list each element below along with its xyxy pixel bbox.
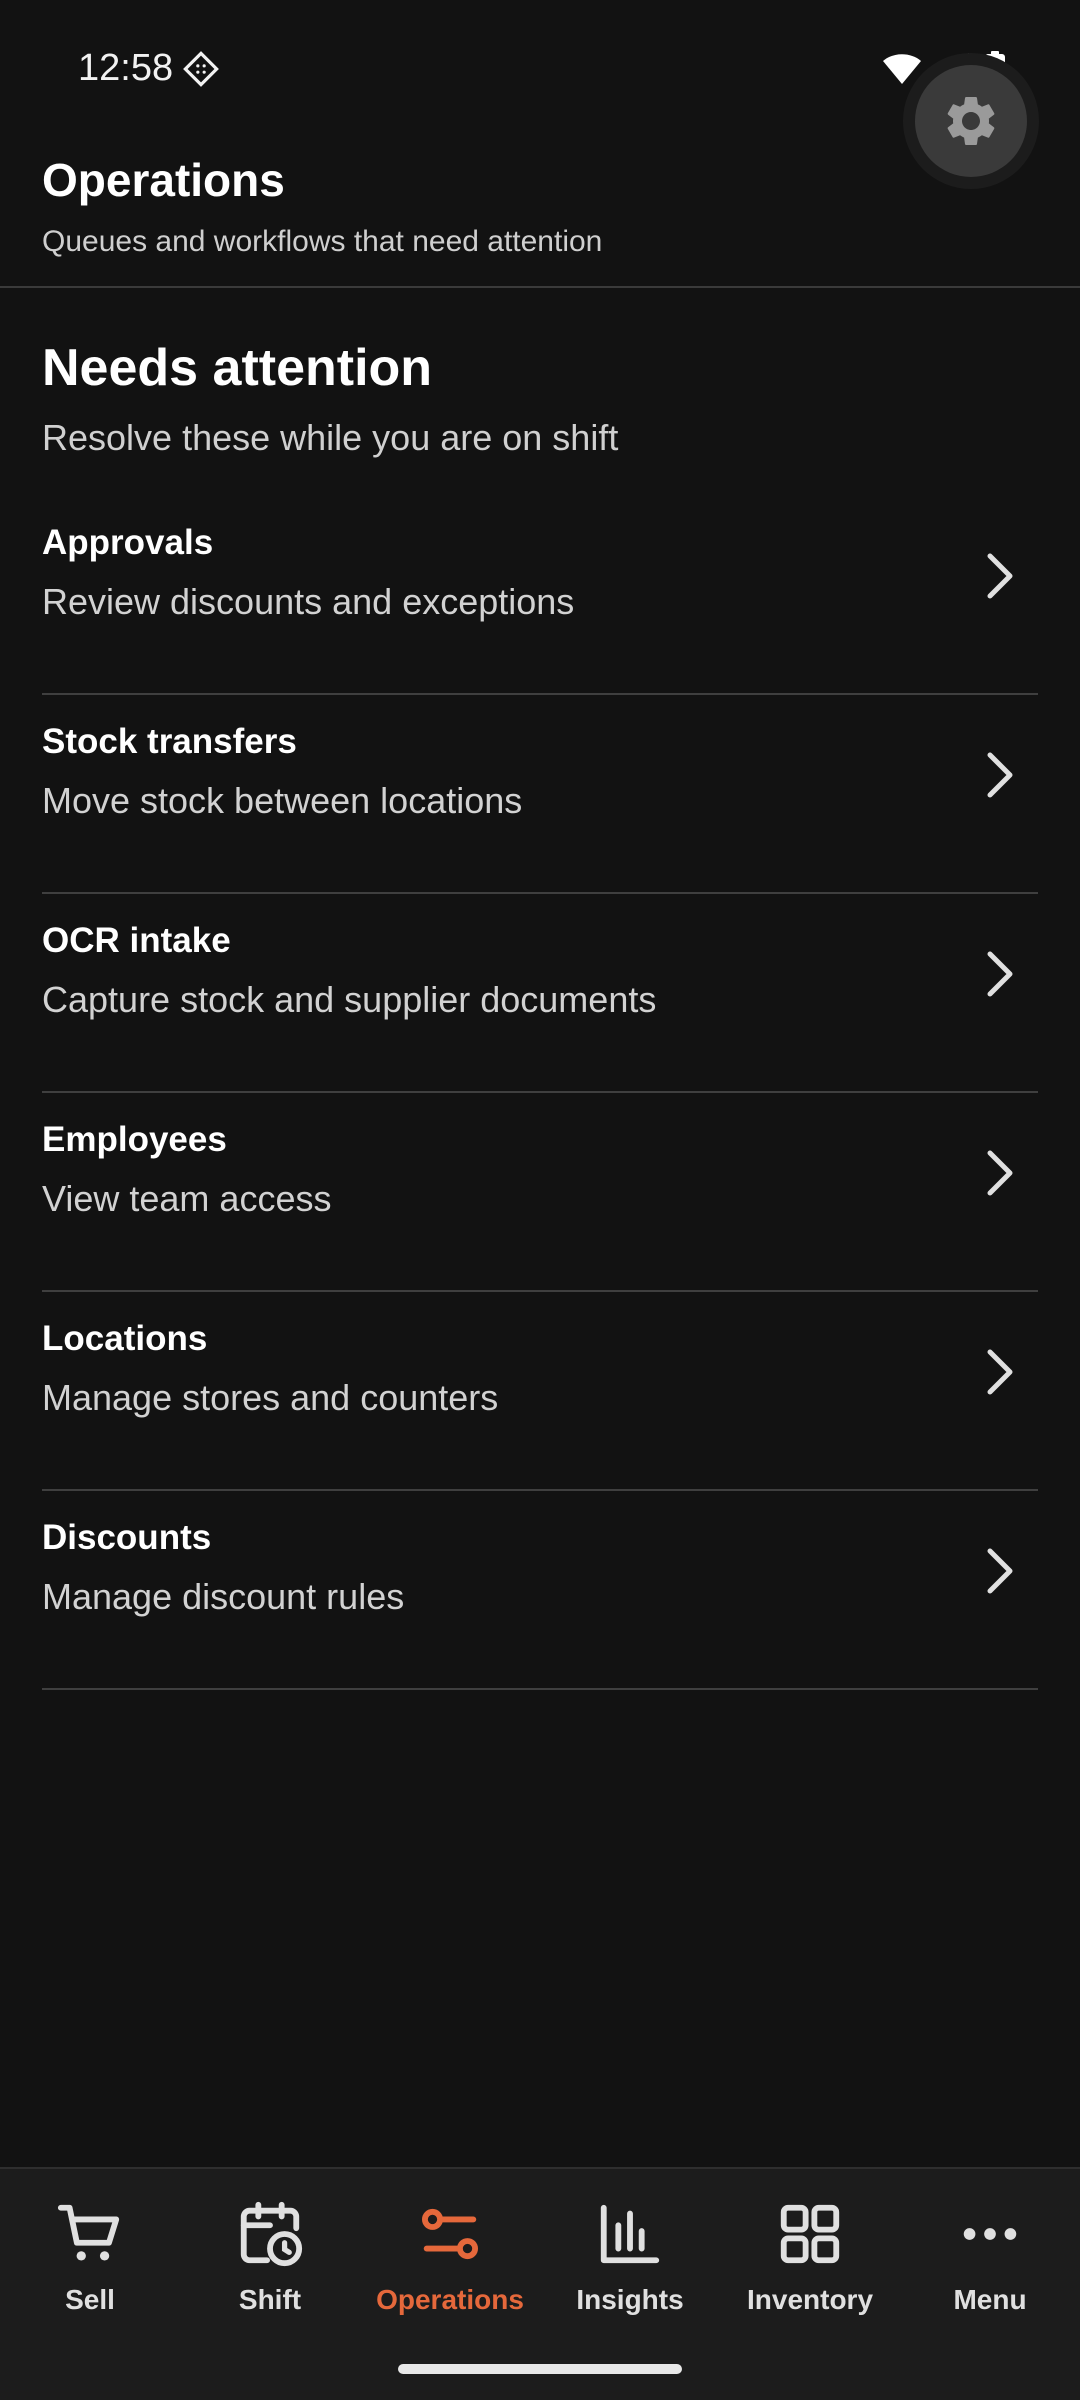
status-time: 12:58 [78,47,174,89]
list-item-description: Manage stores and counters [42,1377,499,1418]
bar-chart-icon [600,2204,660,2264]
do-not-disturb-icon [183,51,219,87]
page-title: Operations [42,154,285,206]
nav-label: Menu [953,2284,1027,2315]
list-item-title: Approvals [42,523,214,562]
nav-item-shift[interactable]: Shift [180,2199,360,2329]
grid-icon [780,2204,840,2264]
list-item-description: Review discounts and exceptions [42,581,575,622]
home-indicator[interactable] [398,2364,682,2374]
workflow-icon [422,2208,478,2260]
list-item-description: Capture stock and supplier documents [42,979,657,1020]
chevron-right-icon [987,752,1013,798]
chevron-right-icon [987,1548,1013,1594]
nav-label: Insights [576,2284,684,2315]
list-item-description: Move stock between locations [42,780,523,821]
section-title: Needs attention [42,339,433,397]
more-horizontal-icon [963,2228,1017,2240]
attention-list: Approvals Review discounts and exception… [42,496,1038,1690]
gear-icon [947,96,995,145]
list-item-title: OCR intake [42,921,231,960]
nav-item-menu[interactable]: Menu [900,2199,1080,2329]
nav-label: Shift [238,2284,302,2315]
list-item-approvals[interactable]: Approvals Review discounts and exception… [42,496,1038,695]
list-item-title: Employees [42,1120,227,1159]
chevron-right-icon [987,1349,1013,1395]
chevron-right-icon [987,1150,1013,1196]
settings-button[interactable] [903,53,1039,189]
nav-label: Operations [376,2284,524,2315]
nav-item-insights[interactable]: Insights [540,2199,720,2329]
chevron-right-icon [987,553,1013,599]
list-item-title: Locations [42,1319,208,1358]
chevron-right-icon [987,951,1013,997]
nav-label: Sell [65,2284,115,2315]
list-item-description: View team access [42,1178,332,1219]
list-item-title: Stock transfers [42,722,297,761]
list-item-locations[interactable]: Locations Manage stores and counters [42,1292,1038,1491]
nav-item-inventory[interactable]: Inventory [720,2199,900,2329]
calendar-clock-icon [240,2201,303,2267]
nav-item-operations[interactable]: Operations [360,2199,540,2329]
page-subtitle: Queues and workflows that need attention [42,225,603,258]
section-subtitle: Resolve these while you are on shift [42,417,619,458]
nav-label: Inventory [746,2284,874,2315]
cart-icon [57,2204,120,2261]
settings-button-surface[interactable] [915,65,1027,177]
list-item-employees[interactable]: Employees View team access [42,1093,1038,1292]
list-item-ocr-intake[interactable]: OCR intake Capture stock and supplier do… [42,894,1038,1093]
list-item-stock-transfers[interactable]: Stock transfers Move stock between locat… [42,695,1038,894]
nav-item-sell[interactable]: Sell [0,2199,180,2329]
list-item-description: Manage discount rules [42,1576,405,1617]
list-item-discounts[interactable]: Discounts Manage discount rules [42,1491,1038,1690]
list-item-title: Discounts [42,1518,212,1557]
